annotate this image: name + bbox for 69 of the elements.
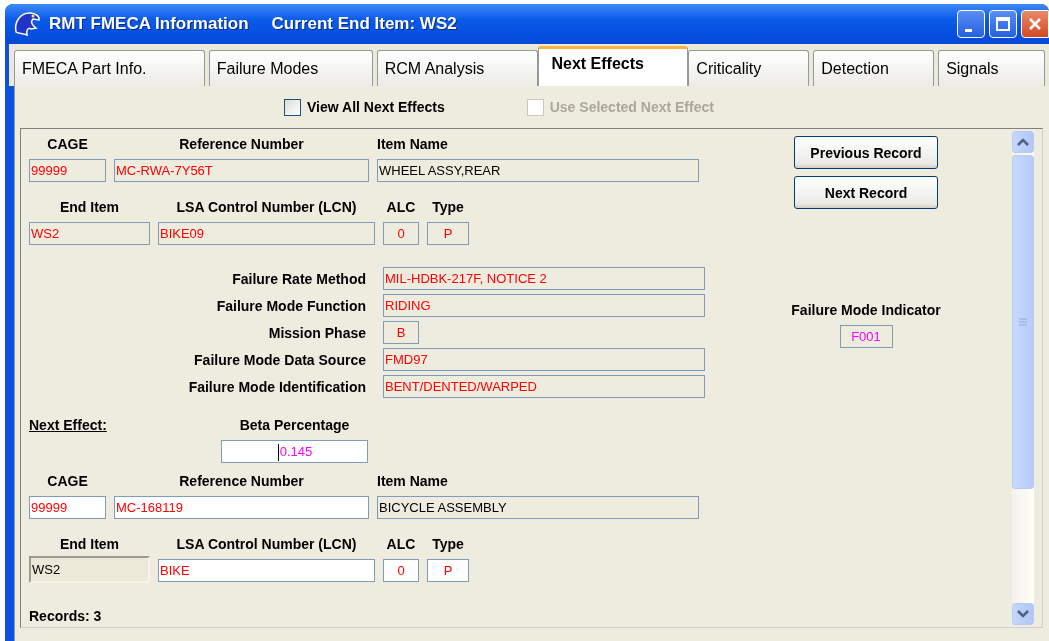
text-field[interactable]: B [383, 321, 419, 344]
field-label: Beta Percentage [239, 417, 350, 434]
tab[interactable]: FMECA Part Info. [14, 50, 205, 86]
field-label: Failure Mode Function [215, 297, 366, 314]
field-label: CAGE [47, 473, 88, 490]
maximize-icon [995, 16, 1011, 32]
field-label: Failure Mode Identification [187, 378, 366, 395]
section-heading: Next Effect: [29, 417, 108, 434]
field-label: ALC [386, 199, 416, 216]
field-label: Type [432, 536, 464, 553]
scroll-down-button[interactable] [1012, 603, 1034, 625]
field-label: End Item [59, 199, 120, 216]
tab[interactable]: Signals [938, 50, 1046, 86]
text-field[interactable]: 0 [383, 559, 419, 582]
close-icon [1027, 16, 1043, 32]
chevron-down-icon [1017, 610, 1029, 618]
chevron-up-icon [1017, 138, 1029, 146]
text-field[interactable]: F001 [839, 325, 893, 348]
field-label: Reference Number [179, 136, 304, 153]
text-field[interactable]: MC-168119 [114, 496, 369, 519]
close-button[interactable] [1021, 10, 1049, 38]
field-label: Failure Mode Data Source [193, 351, 366, 368]
minimize-button[interactable] [957, 10, 985, 38]
field-label: ALC [386, 536, 416, 553]
text-field[interactable]: P [427, 222, 469, 245]
text-field[interactable]: BENT/DENTED/WARPED [383, 375, 705, 398]
record-button[interactable]: Next Record [794, 176, 938, 209]
tab[interactable]: Failure Modes [208, 50, 373, 86]
scroll-up-button[interactable] [1012, 131, 1034, 153]
text-field[interactable]: MC-RWA-7Y56T [114, 159, 369, 182]
text-field[interactable]: BIKE [158, 559, 375, 582]
text-field[interactable]: 0 [383, 222, 419, 245]
field-label: LSA Control Number (LCN) [176, 199, 357, 216]
bird-icon [12, 10, 42, 38]
text-field[interactable]: P [427, 559, 469, 582]
scrollbar[interactable] [1012, 131, 1034, 625]
field-label: Item Name [377, 136, 448, 153]
field-label: CAGE [47, 136, 88, 153]
field-label: Type [432, 199, 464, 216]
field-label: Failure Mode Indicator [791, 302, 941, 319]
text-field[interactable]: FMD97 [383, 348, 705, 371]
tab[interactable]: Criticality [688, 50, 810, 86]
maximize-button[interactable] [989, 10, 1017, 38]
field-label: Mission Phase [267, 324, 366, 341]
text-field[interactable]: WS2 [29, 222, 150, 245]
text-field[interactable]: WHEEL ASSY,REAR [377, 159, 699, 182]
text-field[interactable]: MIL-HDBK-217F, NOTICE 2 [383, 267, 705, 290]
scrollbar-thumb[interactable] [1012, 155, 1034, 489]
text-field[interactable]: RIDING [383, 294, 705, 317]
field-label: Failure Rate Method [231, 270, 366, 287]
field-label: Reference Number [179, 473, 304, 490]
field-label: LSA Control Number (LCN) [176, 536, 357, 553]
field-label: End Item [59, 536, 120, 553]
text-field[interactable]: 99999 [29, 496, 106, 519]
tab[interactable]: Next Effects [538, 46, 689, 86]
window-subtitle: Current End Item: WS2 [271, 14, 457, 34]
text-field[interactable]: BIKE09 [158, 222, 375, 245]
field-label: Item Name [377, 473, 448, 490]
checkbox-label[interactable]: View All Next Effects [307, 99, 445, 115]
tab[interactable]: Detection [813, 50, 935, 86]
text-field[interactable]: BICYCLE ASSEMBLY [377, 496, 699, 519]
record-button[interactable]: Previous Record [794, 136, 938, 169]
tab[interactable]: RCM Analysis [376, 50, 539, 86]
window-title: RMT FMECA Information [49, 14, 249, 34]
checkbox[interactable] [284, 98, 301, 116]
text-field[interactable]: 0.145 [221, 440, 368, 463]
minimize-icon [964, 28, 972, 32]
text-field[interactable]: 99999 [29, 159, 106, 182]
record-count: Records: 3 [29, 608, 102, 624]
